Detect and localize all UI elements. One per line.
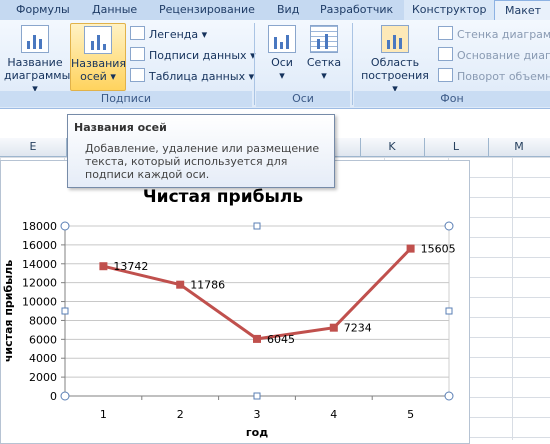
y-tick-label: 0: [50, 390, 57, 403]
rotation-label: Поворот объемно: [457, 70, 550, 83]
axis-titles-icon: [84, 26, 112, 54]
selection-handle: [444, 391, 454, 401]
background-group-label: Фон: [354, 91, 550, 107]
tab-view[interactable]: Вид: [277, 0, 299, 20]
selection-handle: [61, 307, 69, 315]
x-tick-label: 3: [254, 408, 261, 421]
chart-floor-label: Основание диагр: [457, 49, 550, 62]
axes-group-label: Оси: [256, 91, 350, 107]
data-label: 6045: [267, 333, 295, 346]
tooltip-title: Названия осей: [74, 121, 167, 134]
data-point: [253, 334, 261, 343]
ribbon-tab-bar: Формулы Данные Рецензирование Вид Разраб…: [0, 0, 550, 21]
data-labels-label: Подписи данных ▾: [149, 49, 256, 62]
chart-title-icon: [21, 25, 49, 53]
chart-svg[interactable]: Чистая прибыль 0 2000 4000 6000 8000 10000 1200…: [0, 160, 470, 440]
plot-area: [64, 225, 450, 397]
data-labels-icon: [130, 47, 145, 61]
axis-titles-button[interactable]: Названия осей ▾: [70, 23, 126, 91]
legend-icon: [130, 26, 145, 40]
y-tick-label: 10000: [22, 296, 57, 309]
y-tick-label: 8000: [29, 314, 57, 327]
group-separator: [254, 23, 255, 105]
x-tick-label: 2: [177, 408, 184, 421]
axes-icon: [268, 25, 296, 53]
chart-wall-icon: [438, 26, 453, 40]
selection-handle: [445, 307, 453, 315]
data-label: 7234: [344, 322, 372, 335]
tab-formulas[interactable]: Формулы: [16, 0, 70, 20]
column-header-e[interactable]: E: [0, 138, 67, 156]
column-header-m[interactable]: M: [488, 138, 550, 156]
gridlines-icon: [310, 25, 338, 53]
labels-group-label: Подписи: [0, 91, 252, 107]
chart-title-label-1: Название: [7, 56, 63, 69]
y-tick-label: 18000: [22, 220, 57, 233]
chart-floor-button[interactable]: Основание диагр: [438, 47, 550, 64]
rotation-button[interactable]: Поворот объемно: [438, 68, 550, 85]
data-table-icon: [130, 68, 145, 82]
tab-design[interactable]: Конструктор: [404, 0, 495, 20]
selection-handle: [60, 221, 70, 231]
chart-wall-button[interactable]: Стенка диаграмм: [438, 26, 550, 43]
group-separator: [352, 23, 353, 105]
tab-data[interactable]: Данные: [92, 0, 137, 20]
y-tick-label: 4000: [29, 352, 57, 365]
chart-floor-icon: [438, 47, 453, 61]
legend-label: Легенда ▾: [149, 28, 208, 41]
selection-handle: [253, 392, 261, 400]
axes-label-1: Оси: [271, 56, 293, 69]
axis-titles-label-2: осей ▾: [80, 70, 116, 83]
selection-handle: [253, 222, 261, 230]
data-label: 15605: [421, 243, 456, 256]
chart-wall-label: Стенка диаграмм: [457, 28, 550, 41]
y-tick-label: 2000: [29, 371, 57, 384]
chart-title: Чистая прибыль: [143, 187, 303, 207]
tooltip-body: Добавление, удаление или размещение текс…: [85, 142, 320, 181]
gridlines-label-1: Сетка: [306, 56, 342, 69]
rotation-icon: [438, 68, 453, 82]
plot-area-button[interactable]: Область построения ▾: [360, 23, 430, 95]
y-axis-title: чистая прибыль: [2, 260, 15, 362]
y-tick-label: 6000: [29, 333, 57, 346]
data-point: [99, 262, 108, 271]
axis-titles-label-1: Названия: [71, 57, 127, 70]
ribbon: Название диаграммы ▾ Названия осей ▾ Лег…: [0, 20, 550, 109]
gridlines-label-2: ▾: [321, 69, 327, 82]
chart-title-button[interactable]: Название диаграммы ▾: [4, 23, 70, 95]
selection-handle: [444, 221, 454, 231]
data-labels-button[interactable]: Подписи данных ▾: [130, 47, 256, 64]
tab-developer[interactable]: Разработчик: [320, 0, 393, 20]
data-point: [406, 244, 415, 253]
data-table-label: Таблица данных ▾: [149, 70, 255, 83]
x-tick-label: 4: [330, 408, 337, 421]
selection-handle: [60, 391, 70, 401]
tab-review[interactable]: Рецензирование: [159, 0, 255, 20]
plot-area-label-1: Область: [370, 56, 420, 69]
column-header-l[interactable]: L: [424, 138, 489, 156]
x-axis-title: год: [246, 426, 268, 439]
data-table-button[interactable]: Таблица данных ▾: [130, 68, 254, 85]
tab-layout[interactable]: Макет: [494, 0, 550, 21]
y-tick-label: 12000: [22, 277, 57, 290]
legend-button[interactable]: Легенда ▾: [130, 26, 207, 43]
x-tick-label: 5: [407, 408, 414, 421]
data-point: [176, 280, 185, 289]
gridlines-button[interactable]: Сетка ▾: [304, 23, 344, 89]
column-header-k[interactable]: K: [360, 138, 425, 156]
data-label: 11786: [190, 279, 225, 292]
x-tick-label: 1: [100, 408, 107, 421]
axis-titles-tooltip: Названия осей Добавление, удаление или р…: [67, 114, 335, 188]
axes-button[interactable]: Оси ▾: [262, 23, 302, 89]
y-tick-label: 14000: [22, 258, 57, 271]
data-label: 13742: [113, 260, 148, 273]
y-tick-label: 16000: [22, 239, 57, 252]
data-point: [329, 323, 338, 332]
axes-label-2: ▾: [279, 69, 285, 82]
plot-area-icon: [381, 25, 409, 53]
